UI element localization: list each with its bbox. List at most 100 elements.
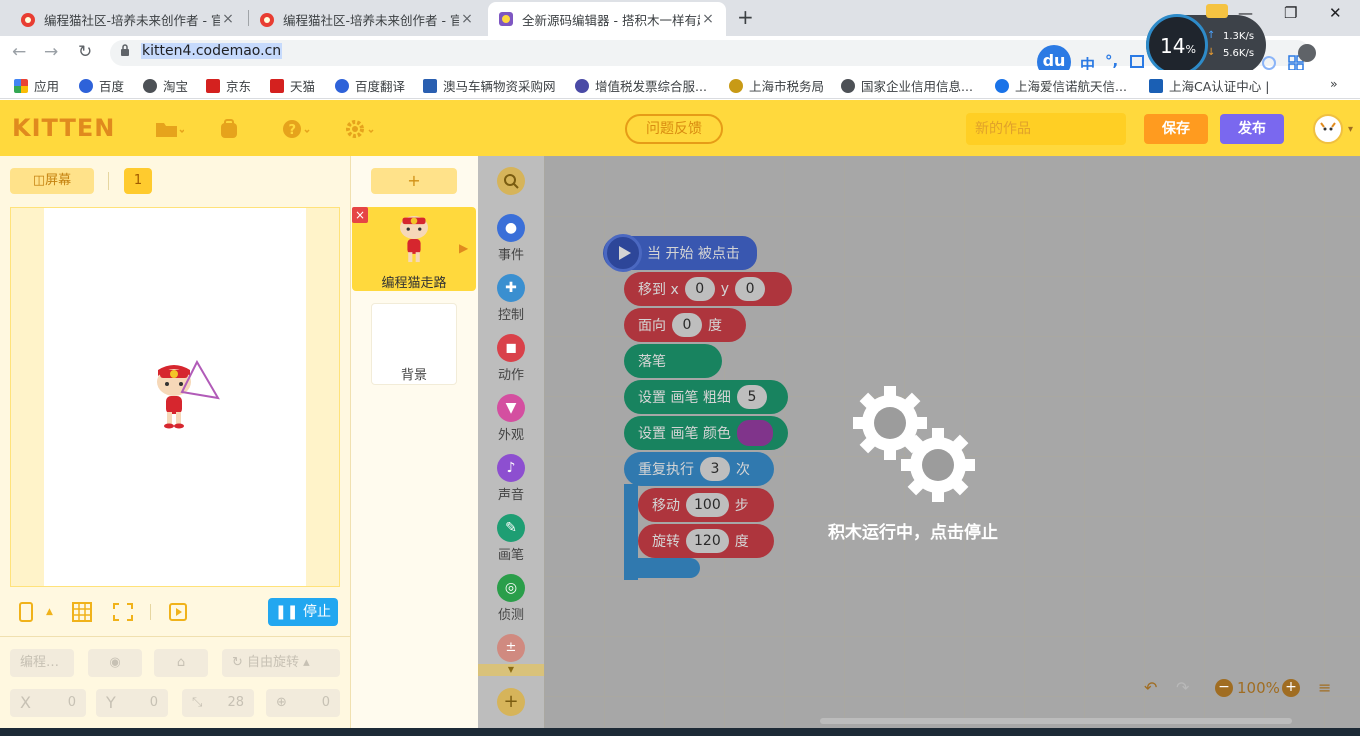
category-sensing[interactable]: ◎ 侦测 bbox=[478, 574, 544, 623]
grid-icon[interactable] bbox=[72, 602, 94, 627]
operators-icon[interactable]: ± bbox=[497, 634, 525, 662]
globe-icon bbox=[841, 78, 855, 93]
size-value: 28 bbox=[227, 695, 244, 710]
size-field[interactable]: ⤡ 28 bbox=[182, 689, 254, 717]
browser-tab[interactable]: 编程猫社区-培养未来创作者 - 官 × bbox=[249, 2, 485, 36]
sprite-name-field[interactable]: 编程… bbox=[10, 649, 74, 677]
tmall-icon bbox=[270, 78, 284, 93]
bookmark-item[interactable]: 百度 bbox=[79, 76, 124, 95]
bookmark-item[interactable]: 增值税发票综合服... bbox=[575, 76, 707, 95]
browser-tab[interactable]: 编程猫社区-培养未来创作者 - 官 × bbox=[10, 2, 246, 36]
phone-view-icon[interactable] bbox=[18, 602, 34, 627]
tab-close-icon[interactable]: × bbox=[220, 11, 236, 27]
delete-sprite-icon[interactable]: × bbox=[352, 207, 368, 223]
backpack-icon[interactable] bbox=[218, 118, 246, 140]
ime-punct-icon[interactable]: °, bbox=[1105, 52, 1118, 70]
lock-toggle-icon[interactable]: ⌂ bbox=[154, 649, 208, 677]
view-dropdown-icon[interactable]: ▲ bbox=[46, 607, 53, 617]
sensing-icon: ◎ bbox=[497, 574, 525, 602]
category-events[interactable]: ● 事件 bbox=[478, 214, 544, 263]
vip-crown-icon bbox=[1206, 4, 1228, 18]
settings-gear-icon[interactable] bbox=[345, 118, 374, 140]
folder-menu-icon[interactable] bbox=[154, 118, 185, 140]
running-message[interactable]: 积木运行中，点击停止 bbox=[828, 518, 998, 543]
search-icon[interactable] bbox=[497, 167, 525, 195]
avatar-dropdown-icon[interactable]: ▾ bbox=[1348, 124, 1353, 135]
category-motion[interactable]: ◼ 动作 bbox=[478, 334, 544, 383]
visibility-eye-icon[interactable]: ◉ bbox=[88, 649, 142, 677]
align-blocks-icon[interactable]: ≡ bbox=[1318, 678, 1331, 697]
publish-button[interactable]: 发布 bbox=[1220, 114, 1284, 144]
sprite-name: 编程猫走路 bbox=[381, 276, 447, 291]
forward-icon[interactable]: → bbox=[44, 42, 58, 62]
user-avatar[interactable] bbox=[1313, 114, 1343, 144]
os-taskbar bbox=[0, 728, 1360, 736]
scroll-down-icon[interactable]: ▼ bbox=[478, 664, 544, 676]
globe-icon bbox=[143, 78, 157, 93]
bookmark-item[interactable]: 淘宝 bbox=[143, 76, 188, 95]
tab-title: 编程猫社区-培养未来创作者 - 官 bbox=[44, 12, 220, 28]
browser-tab-active[interactable]: 全新源码编辑器 - 搭积木一样有趣 × bbox=[488, 2, 726, 36]
cpu-percent: 14% bbox=[1160, 34, 1196, 58]
screen-page-number[interactable]: 1 bbox=[124, 168, 152, 194]
work-name-input[interactable]: 新的作品 bbox=[966, 113, 1126, 145]
category-control[interactable]: ✚ 控制 bbox=[478, 274, 544, 323]
site-icon bbox=[575, 78, 589, 93]
tab-close-icon[interactable]: × bbox=[700, 11, 716, 27]
help-menu-icon[interactable]: ? bbox=[282, 118, 310, 140]
rotation-mode-select[interactable]: ↻ 自由旋转 ▴ bbox=[222, 649, 340, 677]
maximize-button[interactable]: ❐ bbox=[1284, 4, 1297, 22]
category-label: 控制 bbox=[497, 308, 524, 323]
close-window-button[interactable]: ✕ bbox=[1329, 4, 1342, 22]
bookmark-item[interactable]: 澳马车辆物资采购网 bbox=[423, 76, 556, 95]
feedback-button[interactable]: 问题反馈 bbox=[625, 114, 723, 144]
y-field[interactable]: Y0 bbox=[96, 689, 168, 717]
bookmark-item[interactable]: 上海市税务局 bbox=[729, 76, 824, 95]
reload-icon[interactable]: ↻ bbox=[78, 42, 92, 62]
sprite-expand-icon[interactable]: ▶ bbox=[459, 241, 468, 255]
category-looks[interactable]: ▼ 外观 bbox=[478, 394, 544, 443]
category-label: 事件 bbox=[497, 248, 524, 263]
events-icon: ● bbox=[497, 214, 525, 242]
stop-button[interactable]: ❚❚ 停止 bbox=[268, 598, 338, 626]
zoom-in-icon[interactable]: + bbox=[1282, 679, 1300, 697]
add-extension-icon[interactable]: + bbox=[497, 688, 525, 716]
screen-button[interactable]: ◫屏幕 bbox=[10, 168, 94, 194]
profile-icon[interactable] bbox=[1298, 44, 1316, 62]
pen-icon: ✎ bbox=[497, 514, 525, 542]
redo-icon[interactable]: ↷ bbox=[1176, 678, 1189, 697]
background-name: 背景 bbox=[400, 368, 427, 383]
download-speed: 5.6K/s bbox=[1223, 48, 1255, 59]
bookmark-item[interactable]: 上海CA认证中心 | bbox=[1149, 76, 1269, 95]
ime-keyboard-icon[interactable] bbox=[1130, 55, 1144, 68]
ime-user-icon[interactable] bbox=[1262, 56, 1276, 70]
bookmark-item[interactable]: 国家企业信用信息... bbox=[841, 76, 973, 95]
undo-icon[interactable]: ↶ bbox=[1144, 678, 1157, 697]
zoom-out-icon[interactable]: − bbox=[1215, 679, 1233, 697]
bookmark-item[interactable]: 上海爱信诺航天信... bbox=[995, 76, 1127, 95]
save-button[interactable]: 保存 bbox=[1144, 114, 1208, 144]
horizontal-scrollbar[interactable] bbox=[820, 718, 1292, 724]
x-field[interactable]: X0 bbox=[10, 689, 86, 717]
fullscreen-icon[interactable] bbox=[112, 602, 134, 627]
bookmark-item[interactable]: 京东 bbox=[206, 76, 251, 95]
url-text[interactable]: kitten4.codemao.cn bbox=[141, 43, 283, 59]
recording-icon[interactable] bbox=[168, 602, 190, 629]
category-label: 画笔 bbox=[497, 548, 524, 563]
bookmark-item[interactable]: 百度翻译 bbox=[335, 76, 405, 95]
bookmark-item[interactable]: 天猫 bbox=[270, 76, 315, 95]
bookmark-apps[interactable]: 应用 bbox=[14, 76, 59, 95]
add-sprite-button[interactable]: + bbox=[371, 168, 457, 194]
y-value: 0 bbox=[149, 695, 158, 710]
new-tab-button[interactable]: + bbox=[737, 5, 754, 29]
x-label: X bbox=[20, 693, 31, 712]
codemao-favicon-icon bbox=[20, 11, 36, 27]
direction-field[interactable]: ⊕ 0 bbox=[266, 689, 340, 717]
tab-close-icon[interactable]: × bbox=[459, 11, 475, 27]
size-icon: ⤡ bbox=[192, 695, 203, 710]
more-bookmarks-icon[interactable]: » bbox=[1330, 76, 1338, 91]
category-sound[interactable]: ♪ 声音 bbox=[478, 454, 544, 503]
tab-title: 编程猫社区-培养未来创作者 - 官 bbox=[283, 12, 459, 28]
category-pen[interactable]: ✎ 画笔 bbox=[478, 514, 544, 563]
back-icon[interactable]: ← bbox=[12, 42, 26, 62]
